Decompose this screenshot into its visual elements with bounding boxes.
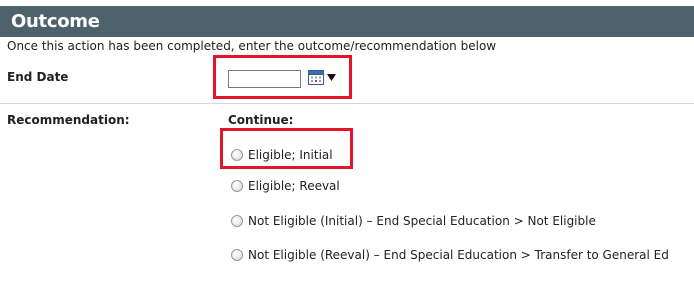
radio-option-eligible-initial[interactable]: Eligible; Initial bbox=[231, 147, 333, 163]
end-date-input[interactable] bbox=[228, 70, 301, 88]
instructions-text: Once this action has been completed, ent… bbox=[7, 39, 497, 53]
radio-button[interactable] bbox=[231, 249, 243, 261]
calendar-icon bbox=[308, 70, 324, 85]
date-picker-button[interactable] bbox=[307, 69, 337, 87]
recommendation-label: Recommendation: bbox=[7, 113, 130, 127]
radio-option-label: Eligible; Reeval bbox=[248, 179, 340, 193]
radio-option-label: Not Eligible (Initial) – End Special Edu… bbox=[248, 214, 596, 228]
section-header: Outcome bbox=[0, 0, 694, 37]
continue-group-label: Continue: bbox=[228, 113, 294, 127]
radio-option-not-eligible-initial[interactable]: Not Eligible (Initial) – End Special Edu… bbox=[231, 213, 596, 229]
caret-down-icon bbox=[327, 74, 336, 81]
outcome-form: Outcome Once this action has been comple… bbox=[0, 0, 694, 281]
radio-button[interactable] bbox=[231, 149, 243, 161]
end-date-label: End Date bbox=[7, 70, 69, 84]
radio-button[interactable] bbox=[231, 180, 243, 192]
radio-button[interactable] bbox=[231, 215, 243, 227]
radio-option-label: Not Eligible (Reeval) – End Special Educ… bbox=[248, 248, 669, 262]
radio-option-eligible-reeval[interactable]: Eligible; Reeval bbox=[231, 178, 340, 194]
radio-option-label: Eligible; Initial bbox=[248, 148, 333, 162]
radio-option-not-eligible-reeval[interactable]: Not Eligible (Reeval) – End Special Educ… bbox=[231, 247, 669, 263]
divider bbox=[0, 103, 694, 104]
section-title: Outcome bbox=[11, 11, 100, 32]
